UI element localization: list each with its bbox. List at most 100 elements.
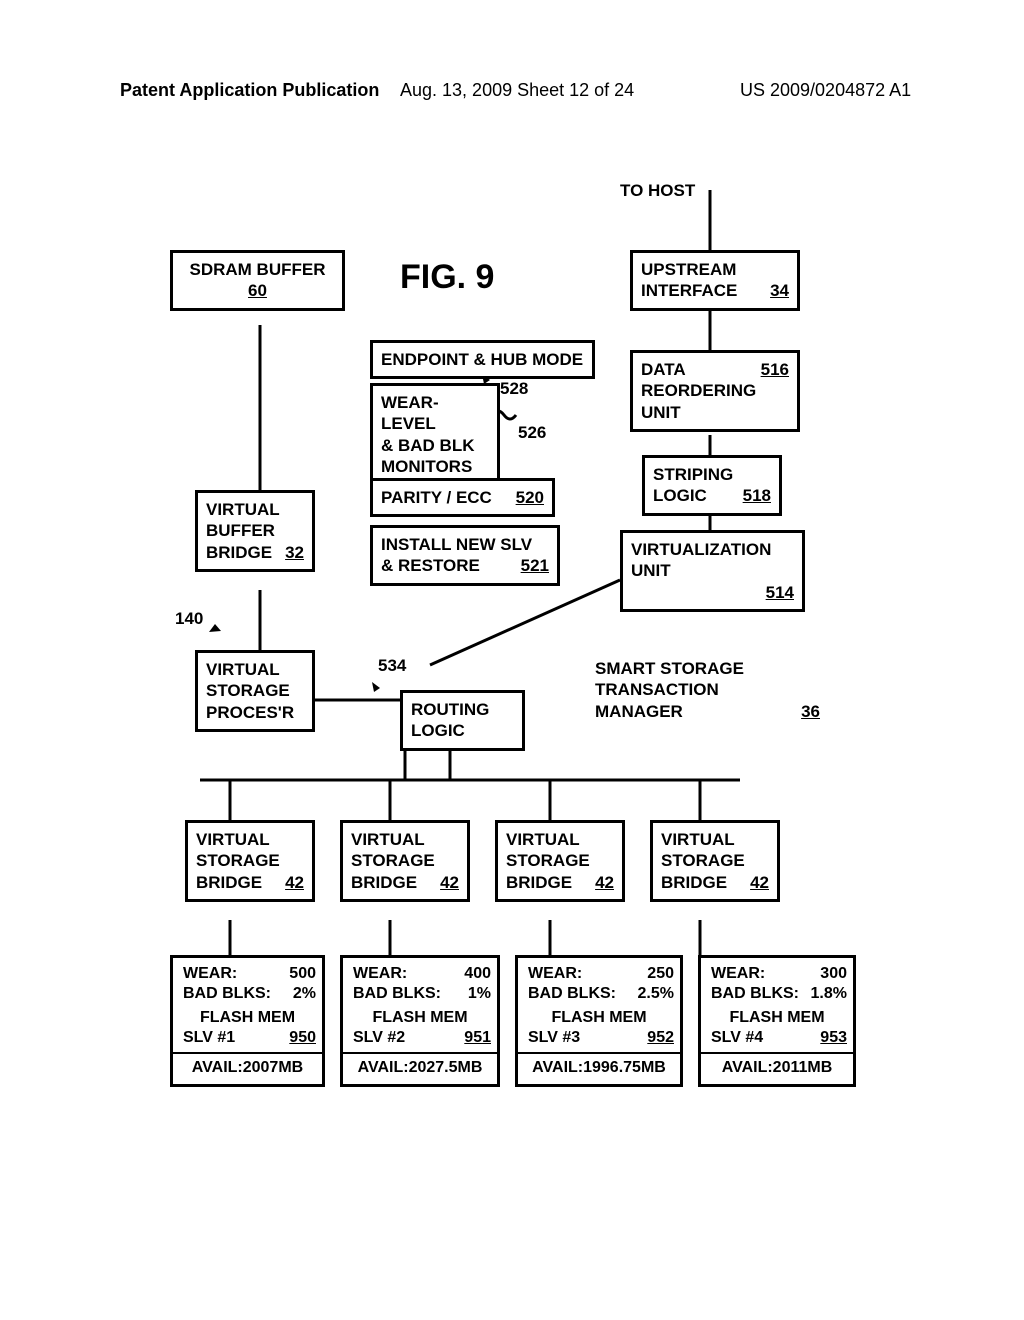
vbb-l3: BRIDGE	[206, 542, 272, 563]
slv2-bb-l: BAD BLKS:	[353, 984, 441, 1004]
ref-526: 526	[518, 422, 546, 443]
parity-label: PARITY / ECC	[381, 487, 492, 508]
virt-ref: 514	[631, 582, 794, 603]
slv3-bb-l: BAD BLKS:	[528, 984, 616, 1004]
install-ref: 521	[521, 555, 549, 576]
slv1-wear-l: WEAR:	[183, 964, 237, 984]
slv2-bb-v: 1%	[468, 984, 491, 1004]
ref-534: 534	[378, 655, 406, 676]
striping-l1: STRIPING	[653, 464, 771, 485]
slv4-name1: FLASH MEM	[709, 1008, 845, 1028]
publication-date-sheet: Aug. 13, 2009 Sheet 12 of 24	[400, 80, 634, 101]
ref-528: 528	[500, 378, 528, 399]
data-reorder-l3: UNIT	[641, 402, 789, 423]
vbb-ref: 32	[285, 542, 304, 563]
slv3-bb-v: 2.5%	[638, 984, 674, 1004]
vsb3-l2: STORAGE	[506, 850, 614, 871]
slv1-bb-v: 2%	[293, 984, 316, 1004]
upstream-l2: INTERFACE	[641, 280, 737, 301]
slv4-wear-l: WEAR:	[711, 964, 765, 984]
vbb-l2: BUFFER	[206, 520, 304, 541]
to-host-label: TO HOST	[620, 180, 695, 201]
slv2-ref: 951	[464, 1028, 491, 1048]
slv3-name2: SLV #3	[528, 1028, 580, 1048]
slv3-wear-v: 250	[647, 964, 674, 984]
virtual-storage-bridge-2: VIRTUAL STORAGE BRIDGE42	[340, 820, 470, 902]
slv2-name2: SLV #2	[353, 1028, 405, 1048]
install-l2: & RESTORE	[381, 555, 480, 576]
virtual-storage-bridge-1: VIRTUAL STORAGE BRIDGE42	[185, 820, 315, 902]
slv3-wear-l: WEAR:	[528, 964, 582, 984]
sstm-l3: MANAGER	[595, 701, 683, 722]
sstm-l1: SMART STORAGE	[595, 658, 820, 679]
wear-mon-l2: & BAD BLK	[381, 435, 489, 456]
figure-title: FIG. 9	[400, 258, 494, 297]
parity-ecc-block: PARITY / ECC 520	[370, 478, 555, 517]
parity-ref: 520	[516, 487, 544, 508]
ref-140: 140	[175, 608, 203, 629]
flash-slave-3: WEAR:250 BAD BLKS:2.5% FLASH MEM SLV #39…	[515, 955, 683, 1087]
slv4-avail: AVAIL:2011MB	[701, 1052, 853, 1078]
data-reorder-l1: DATA	[641, 359, 686, 380]
virt-l1: VIRTUALIZATION	[631, 539, 794, 560]
virtual-storage-bridge-3: VIRTUAL STORAGE BRIDGE42	[495, 820, 625, 902]
flash-slave-4: WEAR:300 BAD BLKS:1.8% FLASH MEM SLV #49…	[698, 955, 856, 1087]
vsb2-ref: 42	[440, 872, 459, 893]
endpoint-hub-mode-block: ENDPOINT & HUB MODE	[370, 340, 595, 379]
endpoint-label: ENDPOINT & HUB MODE	[381, 350, 583, 369]
vsp-l1: VIRTUAL	[206, 659, 304, 680]
data-reorder-ref: 516	[761, 359, 789, 380]
slv4-ref: 953	[820, 1028, 847, 1048]
slv1-name2: SLV #1	[183, 1028, 235, 1048]
vbb-l1: VIRTUAL	[206, 499, 304, 520]
wear-mon-l3: MONITORS	[381, 456, 489, 477]
slv1-wear-v: 500	[289, 964, 316, 984]
routing-l2: LOGIC	[411, 720, 514, 741]
slv1-bb-l: BAD BLKS:	[183, 984, 271, 1004]
flash-slave-2: WEAR:400 BAD BLKS:1% FLASH MEM SLV #2951…	[340, 955, 500, 1087]
vsb4-l3: BRIDGE	[661, 872, 727, 893]
virt-l2: UNIT	[631, 560, 794, 581]
virtual-storage-bridge-4: VIRTUAL STORAGE BRIDGE42	[650, 820, 780, 902]
slv2-name1: FLASH MEM	[351, 1008, 489, 1028]
slv1-ref: 950	[289, 1028, 316, 1048]
slv2-avail: AVAIL:2027.5MB	[343, 1052, 497, 1078]
sstm-l2: TRANSACTION	[595, 679, 820, 700]
flash-slave-1: WEAR:500 BAD BLKS:2% FLASH MEM SLV #1950…	[170, 955, 325, 1087]
sdram-buffer-block: SDRAM BUFFER 60	[170, 250, 345, 311]
sdram-buffer-ref: 60	[181, 280, 334, 301]
slv4-bb-l: BAD BLKS:	[711, 984, 799, 1004]
wear-monitors-block: WEAR-LEVEL & BAD BLK MONITORS	[370, 383, 500, 486]
striping-logic-block: STRIPING LOGIC 518	[642, 455, 782, 516]
routing-logic-block: ROUTING LOGIC	[400, 690, 525, 751]
publication-number: US 2009/0204872 A1	[740, 80, 911, 101]
slv1-avail: AVAIL:2007MB	[173, 1052, 322, 1078]
slv4-name2: SLV #4	[711, 1028, 763, 1048]
vsb1-l1: VIRTUAL	[196, 829, 304, 850]
vsb1-l3: BRIDGE	[196, 872, 262, 893]
vsb4-l2: STORAGE	[661, 850, 769, 871]
data-reordering-block: DATA 516 REORDERING UNIT	[630, 350, 800, 432]
virtualization-unit-block: VIRTUALIZATION UNIT 514	[620, 530, 805, 612]
vsb2-l1: VIRTUAL	[351, 829, 459, 850]
upstream-l1: UPSTREAM	[641, 259, 789, 280]
vsp-l2: STORAGE	[206, 680, 304, 701]
vsb3-ref: 42	[595, 872, 614, 893]
routing-l1: ROUTING	[411, 699, 514, 720]
virtual-storage-processor-block: VIRTUAL STORAGE PROCES'R	[195, 650, 315, 732]
sstm-ref: 36	[801, 701, 820, 722]
upstream-interface-block: UPSTREAM INTERFACE 34	[630, 250, 800, 311]
vsb3-l1: VIRTUAL	[506, 829, 614, 850]
vsb1-ref: 42	[285, 872, 304, 893]
striping-ref: 518	[743, 485, 771, 506]
diagram-canvas: TO HOST FIG. 9 SDRAM BUFFER 60 UPSTREAM …	[140, 180, 880, 1120]
vsb2-l2: STORAGE	[351, 850, 459, 871]
upstream-ref: 34	[770, 280, 789, 301]
slv2-wear-v: 400	[464, 964, 491, 984]
install-l1: INSTALL NEW SLV	[381, 534, 549, 555]
smart-storage-manager-block: SMART STORAGE TRANSACTION MANAGER 36	[595, 658, 820, 722]
wear-mon-l1: WEAR-LEVEL	[381, 392, 489, 435]
virtual-buffer-bridge-block: VIRTUAL BUFFER BRIDGE 32	[195, 490, 315, 572]
vsp-l3: PROCES'R	[206, 702, 304, 723]
publication-type: Patent Application Publication	[120, 80, 379, 101]
